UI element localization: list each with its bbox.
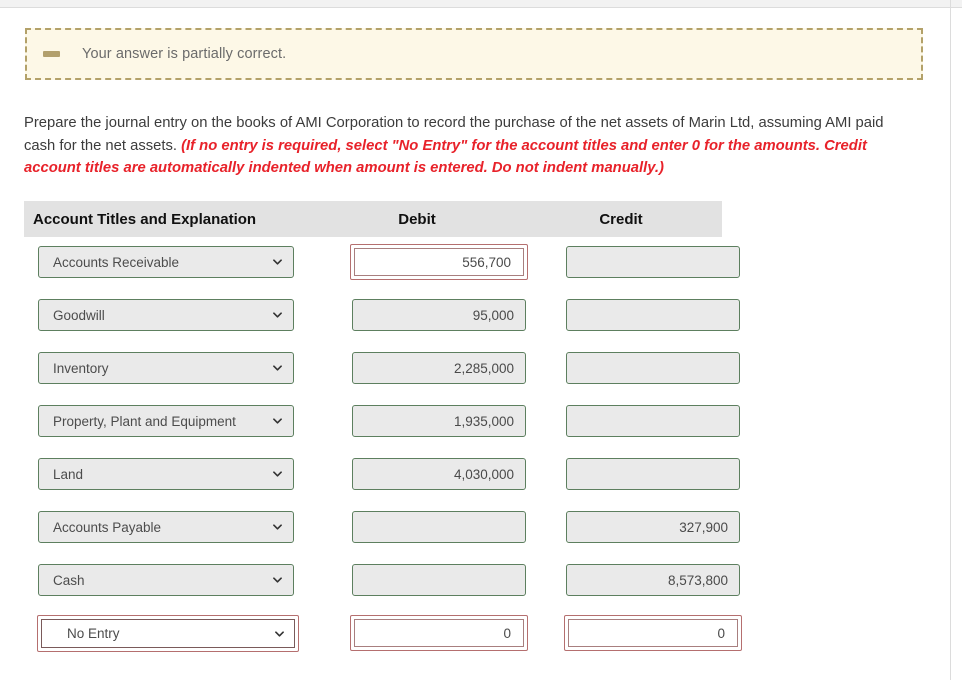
assignment-page: Your answer is partially correct. Prepar… (0, 9, 950, 680)
credit-cell (540, 458, 740, 490)
chevron-down-icon (275, 629, 284, 638)
account-title-value: Property, Plant and Equipment (53, 413, 236, 429)
account-title-select[interactable]: Property, Plant and Equipment (38, 405, 294, 437)
browser-top-strip (0, 0, 962, 8)
chevron-down-icon (273, 470, 282, 479)
debit-amount-input[interactable] (352, 564, 526, 596)
table-row: Inventory 2,285,000 (24, 352, 740, 405)
debit-amount-input[interactable]: 556,700 (350, 244, 528, 280)
debit-cell: 556,700 (332, 244, 540, 280)
debit-amount-input[interactable]: 0 (350, 615, 528, 651)
credit-amount-input[interactable]: 0 (564, 615, 742, 651)
credit-amount-input[interactable] (566, 352, 740, 384)
debit-amount-value: 1,935,000 (453, 413, 514, 429)
table-row: Property, Plant and Equipment 1,935,000 (24, 405, 740, 458)
debit-amount-value: 2,285,000 (453, 360, 514, 376)
account-title-value: Accounts Payable (53, 519, 162, 535)
chevron-down-icon (273, 576, 282, 585)
account-title-value: Land (53, 466, 84, 482)
chevron-down-icon (273, 311, 282, 320)
account-title-value: Goodwill (53, 307, 105, 323)
debit-cell (332, 564, 540, 596)
debit-cell (332, 511, 540, 543)
account-title-value: Cash (53, 572, 85, 588)
credit-amount-input[interactable] (566, 299, 740, 331)
journal-entry-table: Account Titles and Explanation Debit Cre… (24, 201, 742, 670)
alert-message: Your answer is partially correct. (82, 46, 287, 62)
credit-amount-input[interactable] (566, 405, 740, 437)
debit-amount-value: 0 (354, 619, 524, 647)
debit-amount-value: 4,030,000 (453, 466, 514, 482)
account-title-cell: No Entry (24, 615, 332, 652)
credit-amount-input[interactable]: 8,573,800 (566, 564, 740, 596)
account-title-value: No Entry (41, 619, 295, 648)
chevron-down-icon (273, 417, 282, 426)
debit-cell: 2,285,000 (332, 352, 540, 384)
column-header-debit: Debit (398, 210, 436, 228)
account-title-select[interactable]: Accounts Payable (38, 511, 294, 543)
debit-amount-input[interactable]: 4,030,000 (352, 458, 526, 490)
chevron-down-icon (273, 364, 282, 373)
debit-amount-value: 556,700 (354, 248, 524, 276)
table-row: Accounts Payable 327,900 (24, 511, 740, 564)
account-title-value: Inventory (53, 360, 109, 376)
column-header-credit: Credit (599, 210, 643, 228)
right-side-panel (951, 9, 962, 680)
account-title-cell: Cash (24, 564, 332, 596)
table-row: Cash 8,573,800 (24, 564, 740, 617)
account-title-cell: Accounts Receivable (24, 246, 332, 278)
table-row: Land 4,030,000 (24, 458, 740, 511)
credit-cell (540, 299, 740, 331)
credit-cell (540, 246, 740, 278)
debit-cell: 4,030,000 (332, 458, 540, 490)
credit-amount-value: 327,900 (679, 519, 728, 535)
debit-amount-input[interactable]: 95,000 (352, 299, 526, 331)
account-title-cell: Accounts Payable (24, 511, 332, 543)
account-title-cell: Property, Plant and Equipment (24, 405, 332, 437)
table-body: Accounts Receivable 556,700 Goodwill 95,000… (24, 237, 742, 670)
debit-amount-input[interactable]: 2,285,000 (352, 352, 526, 384)
column-header-account: Account Titles and Explanation (33, 210, 257, 228)
question-instructions: Prepare the journal entry on the books o… (24, 112, 914, 180)
account-title-select[interactable]: Goodwill (38, 299, 294, 331)
credit-cell (540, 405, 740, 437)
table-row: No Entry 0 0 (24, 615, 742, 670)
debit-amount-input[interactable] (352, 511, 526, 543)
credit-cell: 8,573,800 (540, 564, 740, 596)
credit-amount-value: 0 (568, 619, 738, 647)
chevron-down-icon (273, 523, 282, 532)
account-title-select[interactable]: Accounts Receivable (38, 246, 294, 278)
credit-cell: 0 (540, 615, 742, 651)
debit-amount-input[interactable]: 1,935,000 (352, 405, 526, 437)
debit-cell: 1,935,000 (332, 405, 540, 437)
table-row: Goodwill 95,000 (24, 299, 740, 352)
account-title-select[interactable]: Cash (38, 564, 294, 596)
debit-amount-value: 95,000 (472, 307, 514, 323)
table-row: Accounts Receivable 556,700 (24, 244, 740, 299)
credit-amount-input[interactable]: 327,900 (566, 511, 740, 543)
chevron-down-icon (273, 258, 282, 267)
account-title-select[interactable]: Land (38, 458, 294, 490)
account-title-select[interactable]: Inventory (38, 352, 294, 384)
credit-amount-value: 8,573,800 (667, 572, 728, 588)
account-title-cell: Goodwill (24, 299, 332, 331)
account-title-value: Accounts Receivable (53, 254, 180, 270)
table-header-row: Account Titles and Explanation Debit Cre… (24, 201, 722, 237)
credit-cell: 327,900 (540, 511, 740, 543)
account-title-cell: Inventory (24, 352, 332, 384)
debit-cell: 95,000 (332, 299, 540, 331)
account-title-select[interactable]: No Entry (37, 615, 299, 652)
debit-cell: 0 (332, 615, 540, 651)
minus-dash-icon (43, 51, 60, 57)
credit-amount-input[interactable] (566, 246, 740, 278)
credit-cell (540, 352, 740, 384)
credit-amount-input[interactable] (566, 458, 740, 490)
partial-correct-alert: Your answer is partially correct. (25, 28, 923, 80)
account-title-cell: Land (24, 458, 332, 490)
